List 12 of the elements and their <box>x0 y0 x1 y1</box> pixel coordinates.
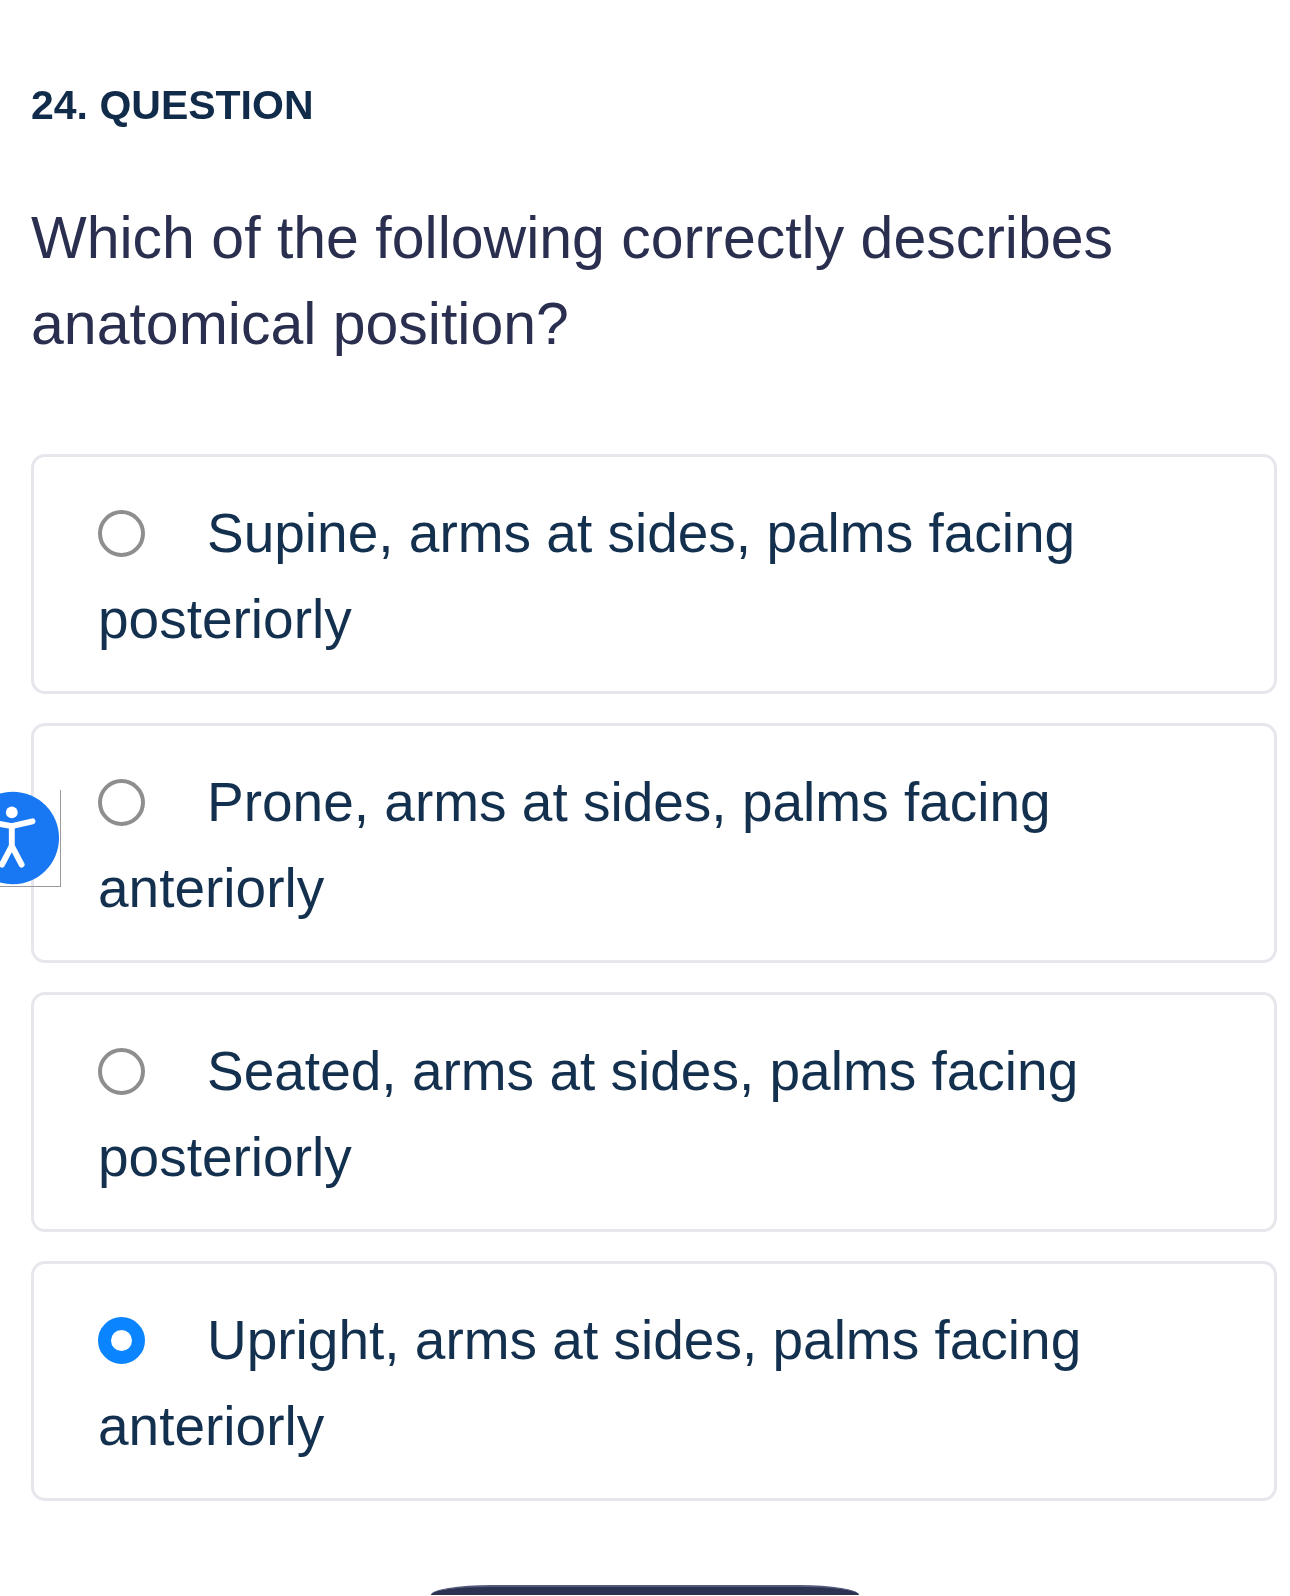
radio-button[interactable] <box>98 778 145 826</box>
answer-option[interactable]: Seated, arms at sides, palms facing posteriorly <box>31 992 1277 1232</box>
accessibility-button[interactable] <box>0 790 61 887</box>
question-text: Which of the following correctly describes anatomical position? <box>31 204 1115 359</box>
radio-button[interactable] <box>98 1047 145 1095</box>
answer-option[interactable]: Upright, arms at sides, palms facing anteriorly <box>31 1261 1277 1501</box>
answer-option[interactable]: Supine, arms at sides, palms facing posteriorly <box>31 454 1277 694</box>
question-number: 24. QUESTION <box>31 82 314 128</box>
accessibility-icon <box>0 790 60 886</box>
answer-option[interactable]: Prone, arms at sides, palms facing anteriorly <box>31 723 1277 963</box>
radio-button[interactable] <box>98 509 145 557</box>
radio-button[interactable] <box>98 1316 145 1364</box>
